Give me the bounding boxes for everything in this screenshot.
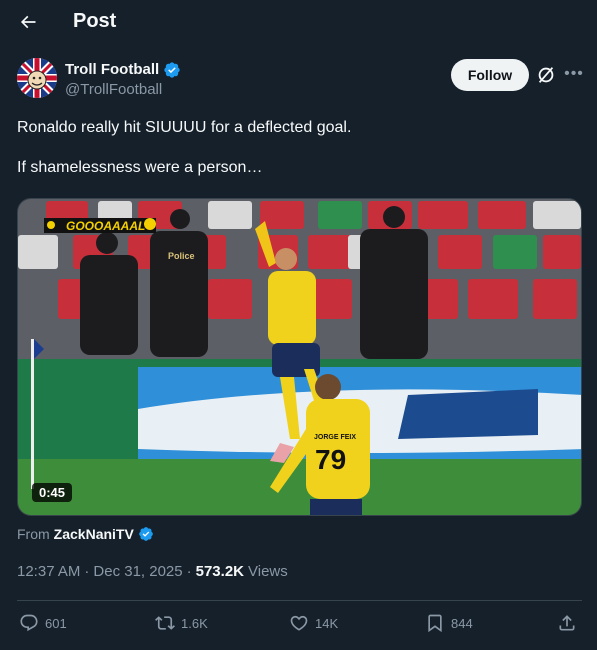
repost-count: 1.6K <box>181 615 208 631</box>
reply-count: 601 <box>45 615 67 631</box>
bookmark-count: 844 <box>451 615 473 631</box>
reply-button[interactable]: 601 <box>19 613 67 633</box>
bookmark-button[interactable]: 844 <box>425 613 473 633</box>
page-title: Post <box>73 10 117 32</box>
avatar[interactable] <box>17 58 57 98</box>
back-button[interactable] <box>10 5 46 39</box>
svg-text:GOOOAAAAL: GOOOAAAAL <box>66 219 145 233</box>
svg-text:saudia: saudia <box>498 398 534 412</box>
post-paragraph: Ronaldo really hit SIUUUU for a deflecte… <box>17 119 352 136</box>
author-row: Troll Football @TrollFootball Follow ••• <box>17 58 584 102</box>
repost-icon <box>155 616 175 630</box>
author-name-text: Troll Football <box>65 61 160 78</box>
video-frame: Police GOOOAAAAL saudia JORGE FEIX 79 <box>18 199 581 515</box>
action-bar: 601 1.6K 14K 844 <box>17 613 582 637</box>
more-dots-icon: ••• <box>564 65 584 82</box>
more-options-button[interactable]: ••• <box>564 64 584 86</box>
video-player[interactable]: Police GOOOAAAAL saudia JORGE FEIX 79 0:… <box>17 198 582 516</box>
svg-text:79: 79 <box>315 444 346 475</box>
views-label: Views <box>248 563 288 580</box>
verified-badge-icon[interactable] <box>163 61 181 79</box>
verified-badge-icon <box>138 527 153 541</box>
source-account-link[interactable]: ZackNaniTV <box>54 526 134 542</box>
meta-separator: · <box>186 563 192 580</box>
post-paragraph: If shamelessness were a person… <box>17 159 263 176</box>
video-duration: 0:45 <box>32 483 73 502</box>
source-attribution: From ZackNaniTV <box>17 526 154 542</box>
views-count[interactable]: 573.2K <box>196 563 244 580</box>
post-text: Ronaldo really hit SIUUUU for a deflecte… <box>17 118 577 198</box>
follow-button[interactable]: Follow <box>451 59 529 91</box>
grok-icon <box>538 67 554 83</box>
author-info: Troll Football @TrollFootball <box>65 60 181 100</box>
author-handle[interactable]: @TrollFootball <box>65 80 181 100</box>
post-metadata: 12:37 AM · Dec 31, 2025 · 573.2K Views <box>17 563 288 580</box>
post-date[interactable]: Dec 31, 2025 <box>93 563 182 580</box>
repost-button[interactable]: 1.6K <box>155 613 208 633</box>
top-bar: Post <box>0 0 597 44</box>
reply-icon <box>20 614 38 632</box>
share-button[interactable] <box>557 613 577 633</box>
share-icon <box>559 615 575 631</box>
heart-icon <box>290 615 308 631</box>
like-count: 14K <box>315 615 339 631</box>
divider <box>17 600 582 601</box>
meta-separator: · <box>84 563 90 580</box>
svg-text:Police: Police <box>168 251 195 261</box>
like-button[interactable]: 14K <box>289 613 338 633</box>
svg-text:JORGE FEIX: JORGE FEIX <box>314 434 356 441</box>
goal-banner: GOOOAAAAL <box>44 218 156 233</box>
bookmark-icon <box>428 614 442 633</box>
grok-button[interactable] <box>535 64 557 86</box>
author-name[interactable]: Troll Football <box>65 60 181 80</box>
arrow-left-icon <box>20 15 36 29</box>
from-label: From <box>17 526 50 542</box>
post-time[interactable]: 12:37 AM <box>17 563 80 580</box>
